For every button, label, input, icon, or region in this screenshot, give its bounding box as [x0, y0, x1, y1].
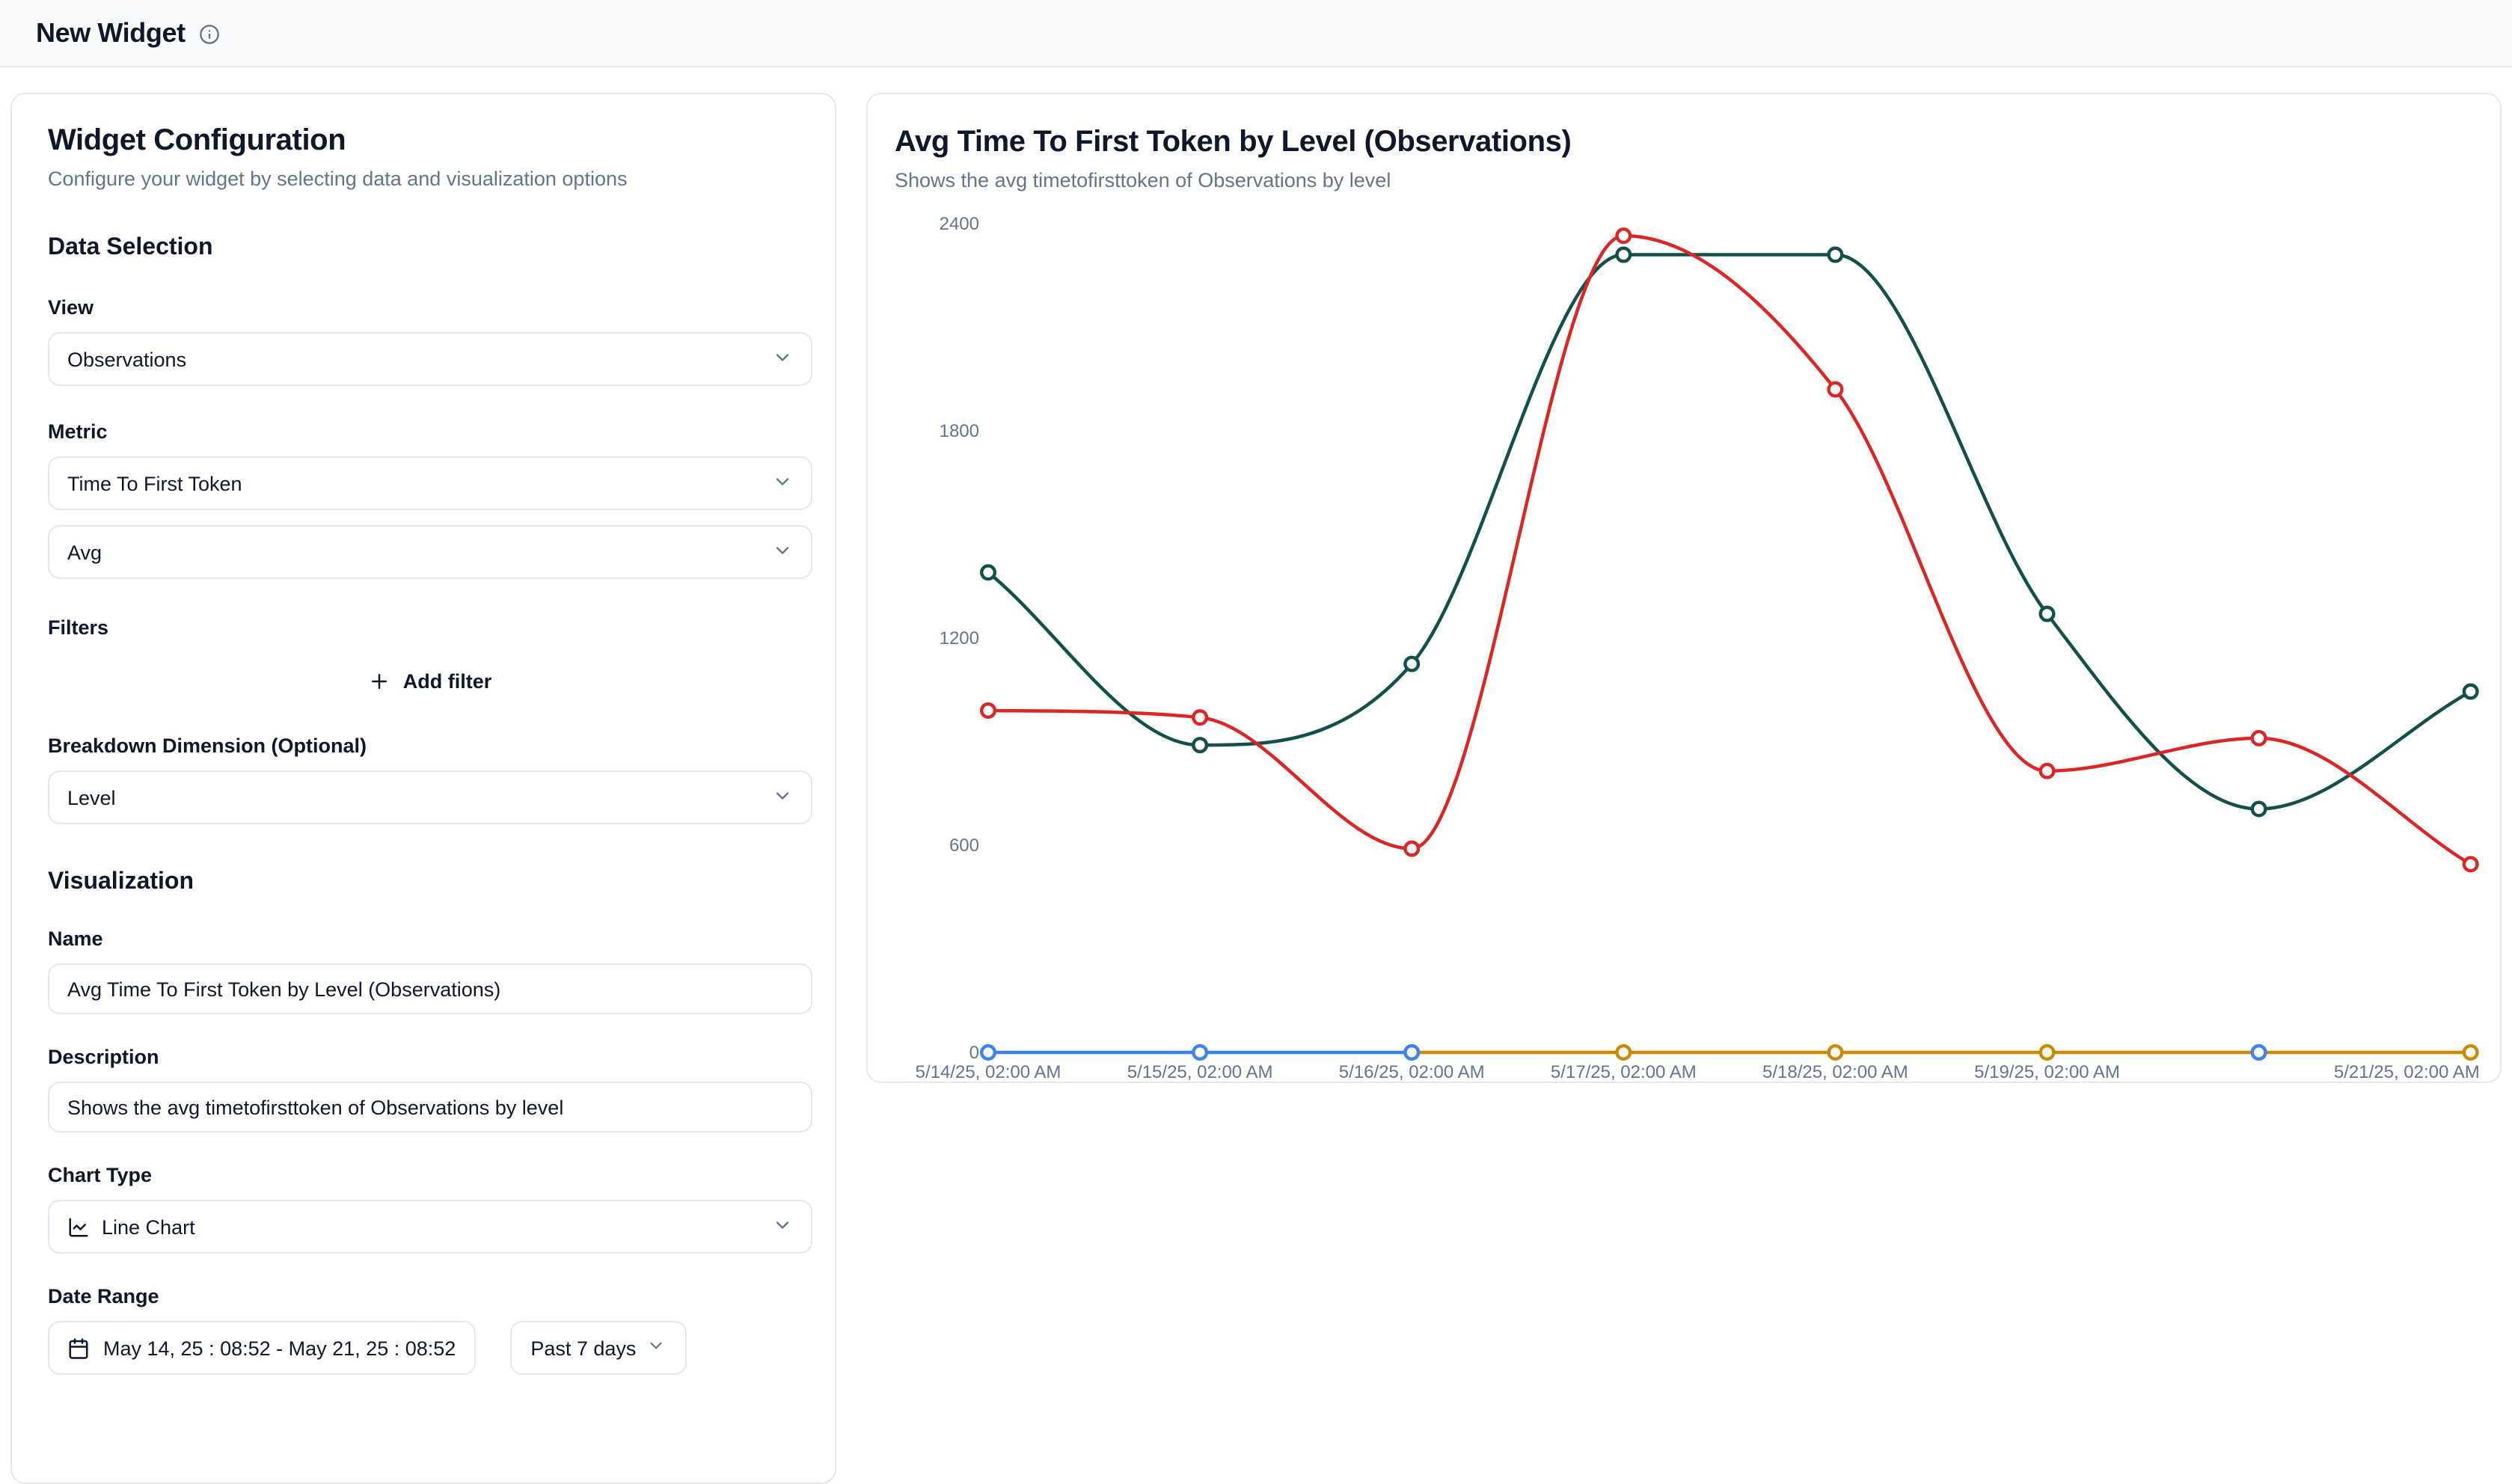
x-axis-tick: 5/14/25, 02:00 AM [916, 1062, 1062, 1082]
panel-subtitle: Configure your widget by selecting data … [48, 166, 812, 193]
breakdown-select-value: Level [67, 786, 116, 809]
data-point-teal[interactable] [1405, 657, 1418, 671]
view-select[interactable]: Observations [48, 332, 812, 386]
line-chart: 0 600 1200 1800 2400 5/14/25, 02:00 AM 5/15/25… [868, 94, 2502, 1083]
aggregation-select-value: Avg [67, 541, 102, 563]
data-point-red[interactable] [2252, 732, 2266, 745]
data-point-teal[interactable] [2464, 685, 2478, 699]
data-point-teal[interactable] [2041, 607, 2054, 621]
view-label: View [48, 295, 812, 320]
line-series-teal [988, 255, 2471, 809]
y-axis-tick: 0 [969, 1043, 979, 1063]
date-range-label: Date Range [48, 1284, 812, 1309]
name-label: Name [48, 926, 812, 951]
data-point-teal[interactable] [1617, 248, 1631, 262]
chevron-down-icon [646, 1336, 666, 1360]
page-title: New Widget [36, 17, 186, 49]
data-point-teal[interactable] [1829, 248, 1842, 262]
chevron-down-icon [772, 539, 793, 565]
x-axis-tick: 5/17/25, 02:00 AM [1551, 1062, 1697, 1082]
data-point-red[interactable] [2464, 858, 2478, 871]
chevron-down-icon [772, 346, 793, 372]
description-label: Description [48, 1044, 812, 1070]
chart-type-label: Chart Type [48, 1162, 812, 1188]
description-input[interactable] [48, 1082, 812, 1132]
y-axis-tick: 1200 [940, 628, 979, 649]
data-point-blue[interactable] [981, 1046, 995, 1059]
data-point-blue[interactable] [2252, 1046, 2266, 1059]
date-preset-select[interactable]: Past 7 days [509, 1321, 687, 1375]
widget-configuration-panel: Widget Configuration Configure your widg… [10, 93, 836, 1484]
y-axis-tick: 2400 [940, 214, 979, 234]
panel-title: Widget Configuration [48, 121, 812, 160]
aggregation-select[interactable]: Avg [48, 525, 812, 579]
data-point-teal[interactable] [2252, 803, 2266, 816]
data-point-red[interactable] [2041, 764, 2054, 778]
x-axis-tick: 5/16/25, 02:00 AM [1339, 1062, 1485, 1082]
date-preset-value: Past 7 days [530, 1337, 636, 1359]
data-point-blue[interactable] [1405, 1046, 1418, 1059]
data-point-red[interactable] [1617, 229, 1631, 242]
add-filter-button[interactable]: Add filter [351, 658, 510, 703]
y-axis-tick: 1800 [940, 421, 979, 441]
plus-icon [369, 669, 391, 692]
add-filter-label: Add filter [403, 669, 492, 692]
breakdown-select[interactable]: Level [48, 770, 812, 824]
data-point-teal[interactable] [1193, 738, 1207, 752]
chevron-down-icon [772, 1214, 793, 1239]
line-chart-icon [67, 1215, 90, 1238]
visualization-heading: Visualization [48, 866, 812, 899]
chart-preview-card: Avg Time To First Token by Level (Observ… [866, 93, 2502, 1083]
filters-label: Filters [48, 615, 812, 640]
metric-select-value: Time To First Token [67, 472, 242, 494]
metric-select[interactable]: Time To First Token [48, 456, 812, 510]
x-axis-tick: 5/18/25, 02:00 AM [1762, 1062, 1908, 1082]
view-select-value: Observations [67, 348, 186, 370]
chart-type-select[interactable]: Line Chart [48, 1200, 812, 1254]
breakdown-label: Breakdown Dimension (Optional) [48, 733, 812, 758]
data-point-orange[interactable] [2464, 1046, 2478, 1059]
date-range-button[interactable]: May 14, 25 : 08:52 - May 21, 25 : 08:52 [48, 1321, 475, 1375]
chevron-down-icon [772, 470, 793, 496]
data-point-orange[interactable] [1617, 1046, 1631, 1059]
data-point-blue[interactable] [1193, 1046, 1207, 1059]
content-area: Widget Configuration Configure your widg… [0, 67, 2512, 1484]
name-input[interactable] [48, 963, 812, 1014]
chart-type-select-value: Line Chart [102, 1215, 195, 1238]
x-axis-tick: 5/21/25, 02:00 AM [2334, 1062, 2480, 1082]
date-range-value: May 14, 25 : 08:52 - May 21, 25 : 08:52 [103, 1337, 456, 1359]
x-axis-tick: 5/19/25, 02:00 AM [1974, 1062, 2120, 1082]
data-point-red[interactable] [1829, 383, 1842, 396]
data-point-teal[interactable] [981, 565, 995, 579]
chevron-down-icon [772, 785, 793, 810]
info-icon[interactable] [199, 24, 220, 45]
data-selection-heading: Data Selection [48, 232, 812, 265]
data-point-red[interactable] [1193, 711, 1207, 724]
data-point-orange[interactable] [2041, 1046, 2054, 1059]
y-axis-tick: 600 [949, 835, 979, 856]
calendar-icon [67, 1337, 90, 1359]
metric-label: Metric [48, 419, 812, 444]
data-point-orange[interactable] [1829, 1046, 1842, 1059]
x-axis-tick: 5/15/25, 02:00 AM [1127, 1062, 1273, 1082]
line-series-red [988, 236, 2471, 864]
page: New Widget Widget Configuration Configur… [0, 0, 2512, 1432]
top-bar: New Widget [0, 0, 2512, 67]
data-point-red[interactable] [981, 704, 995, 717]
data-point-red[interactable] [1405, 842, 1418, 856]
